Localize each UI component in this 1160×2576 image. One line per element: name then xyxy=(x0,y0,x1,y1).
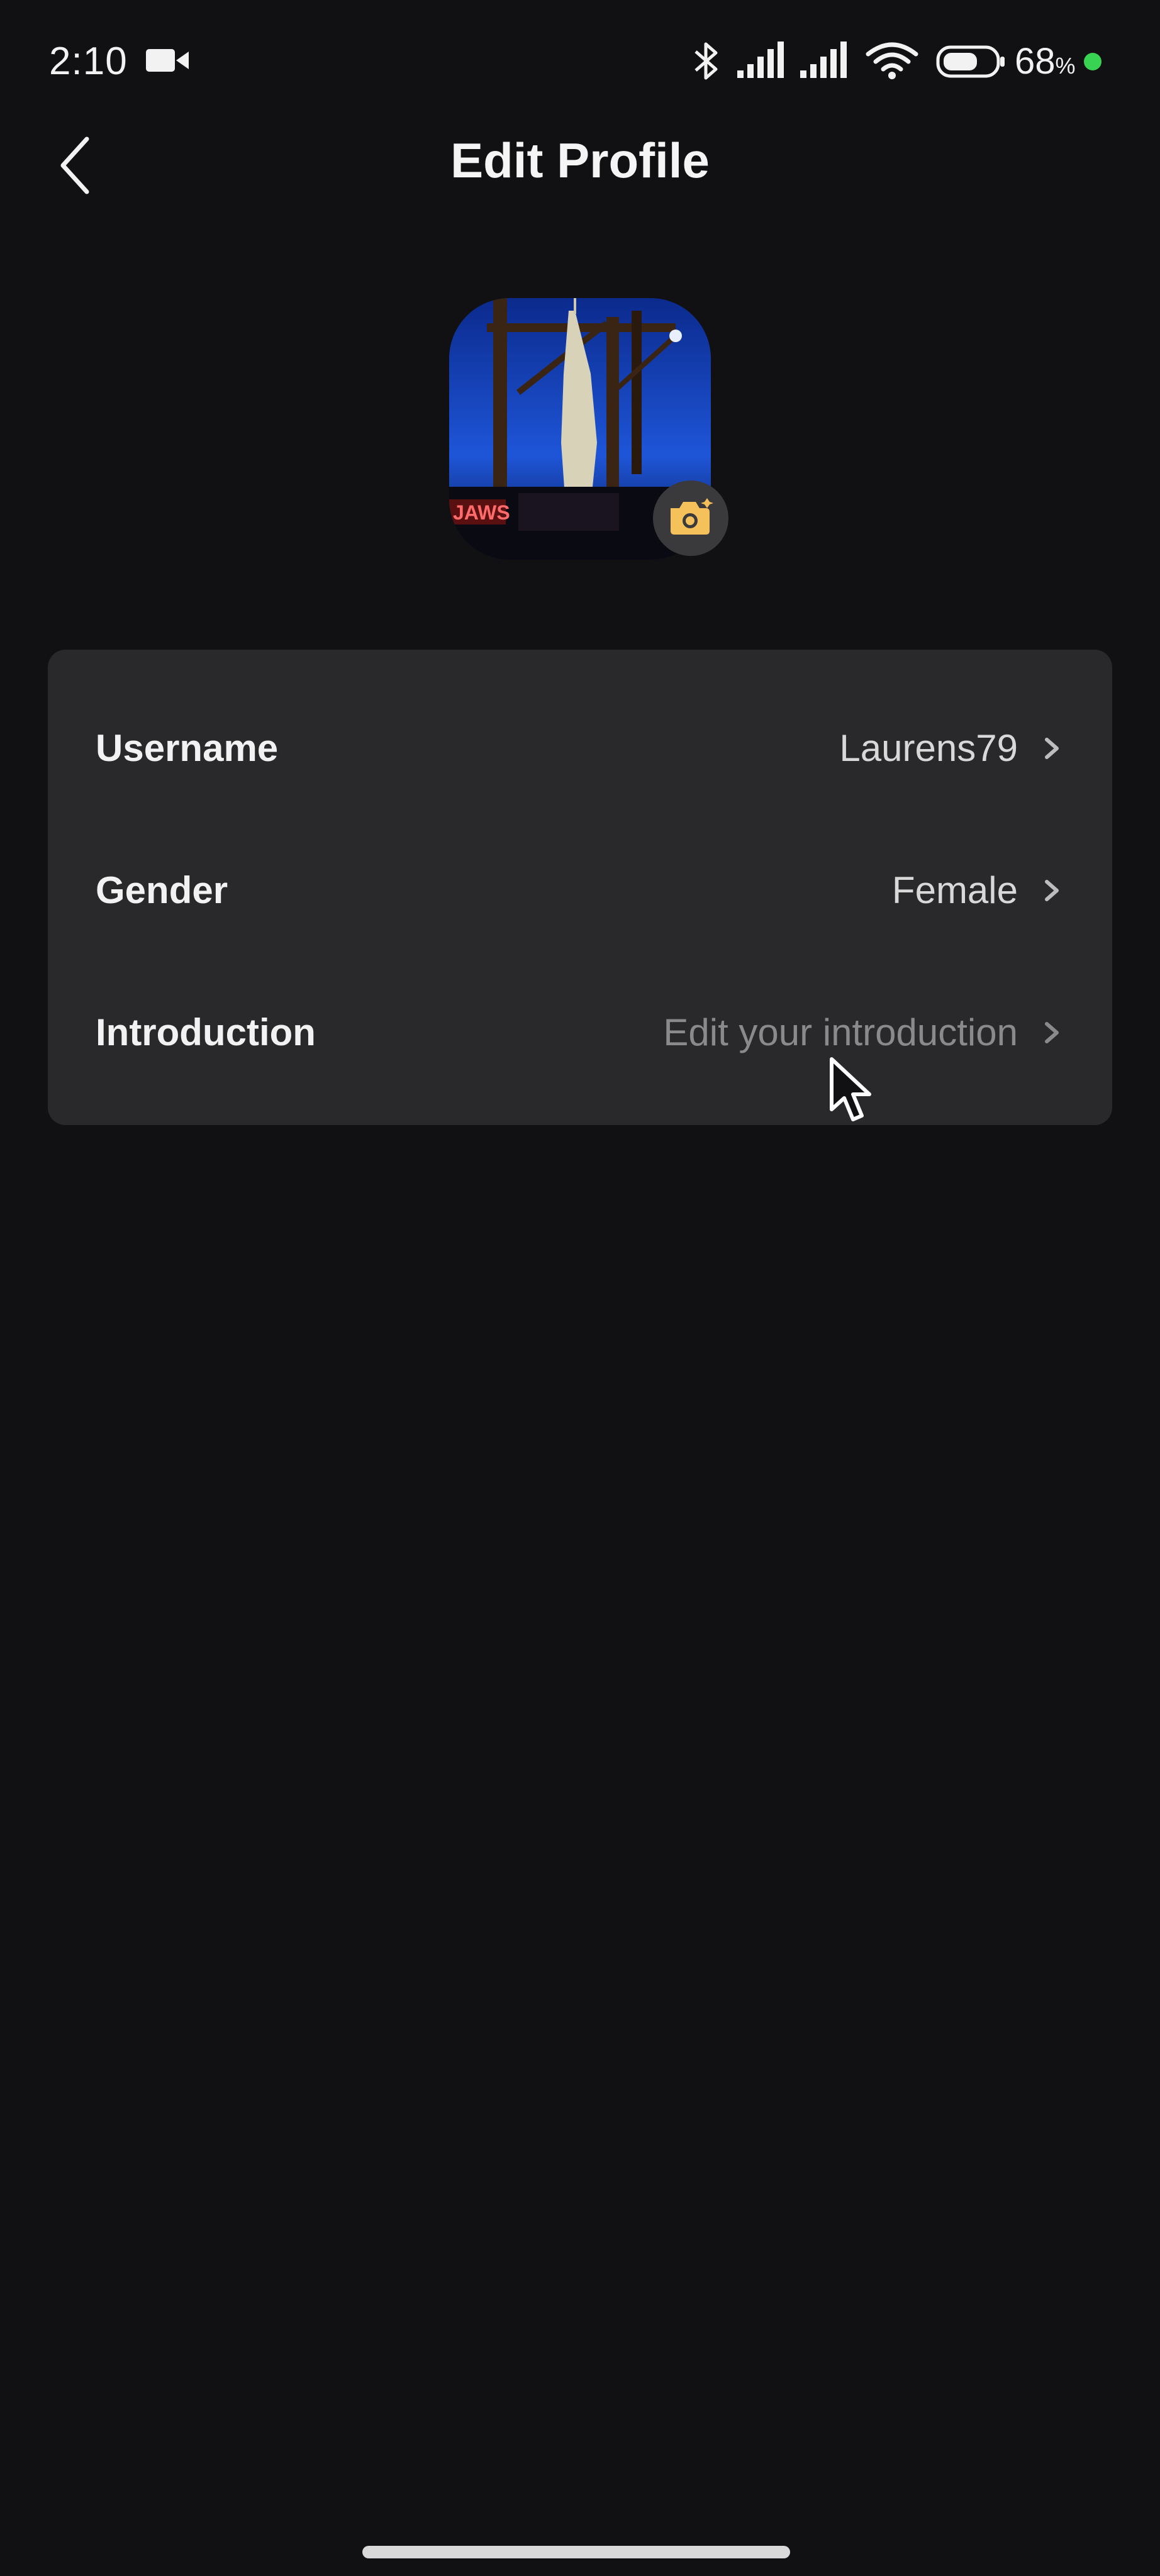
battery-percent: 68% xyxy=(1015,41,1076,82)
row-label: Gender xyxy=(96,869,228,911)
wifi-icon xyxy=(866,40,918,84)
username-row[interactable]: Username Laurens79 xyxy=(48,677,1112,819)
svg-text:JAWS: JAWS xyxy=(453,501,510,524)
chevron-right-icon xyxy=(1033,1014,1071,1052)
status-time: 2:10 xyxy=(49,40,128,83)
signal-icon xyxy=(800,42,854,82)
chevron-right-icon xyxy=(1033,872,1071,909)
change-avatar-button[interactable] xyxy=(653,480,728,556)
avatar-section: JAWS xyxy=(449,298,728,560)
chevron-right-icon xyxy=(1033,730,1071,767)
introduction-row[interactable]: Introduction Edit your introduction xyxy=(48,962,1112,1104)
status-bar: 2:10 68% xyxy=(0,0,1160,126)
bluetooth-icon xyxy=(691,39,722,86)
camera-icon xyxy=(666,497,716,540)
gender-row[interactable]: Gender Female xyxy=(48,819,1112,962)
mouse-pointer-icon xyxy=(828,1057,878,1129)
profile-fields-card: Username Laurens79 Gender Female Introdu… xyxy=(48,650,1112,1125)
video-camera-icon xyxy=(146,47,190,77)
charging-indicator-dot xyxy=(1084,53,1101,70)
battery-icon xyxy=(936,45,1007,81)
row-value: Laurens79 xyxy=(839,727,1018,769)
page-title: Edit Profile xyxy=(450,133,710,188)
signal-icon xyxy=(737,42,791,82)
row-value: Female xyxy=(891,869,1018,911)
row-label: Username xyxy=(96,727,279,769)
row-label: Introduction xyxy=(96,1011,316,1053)
home-indicator[interactable] xyxy=(362,2546,790,2558)
